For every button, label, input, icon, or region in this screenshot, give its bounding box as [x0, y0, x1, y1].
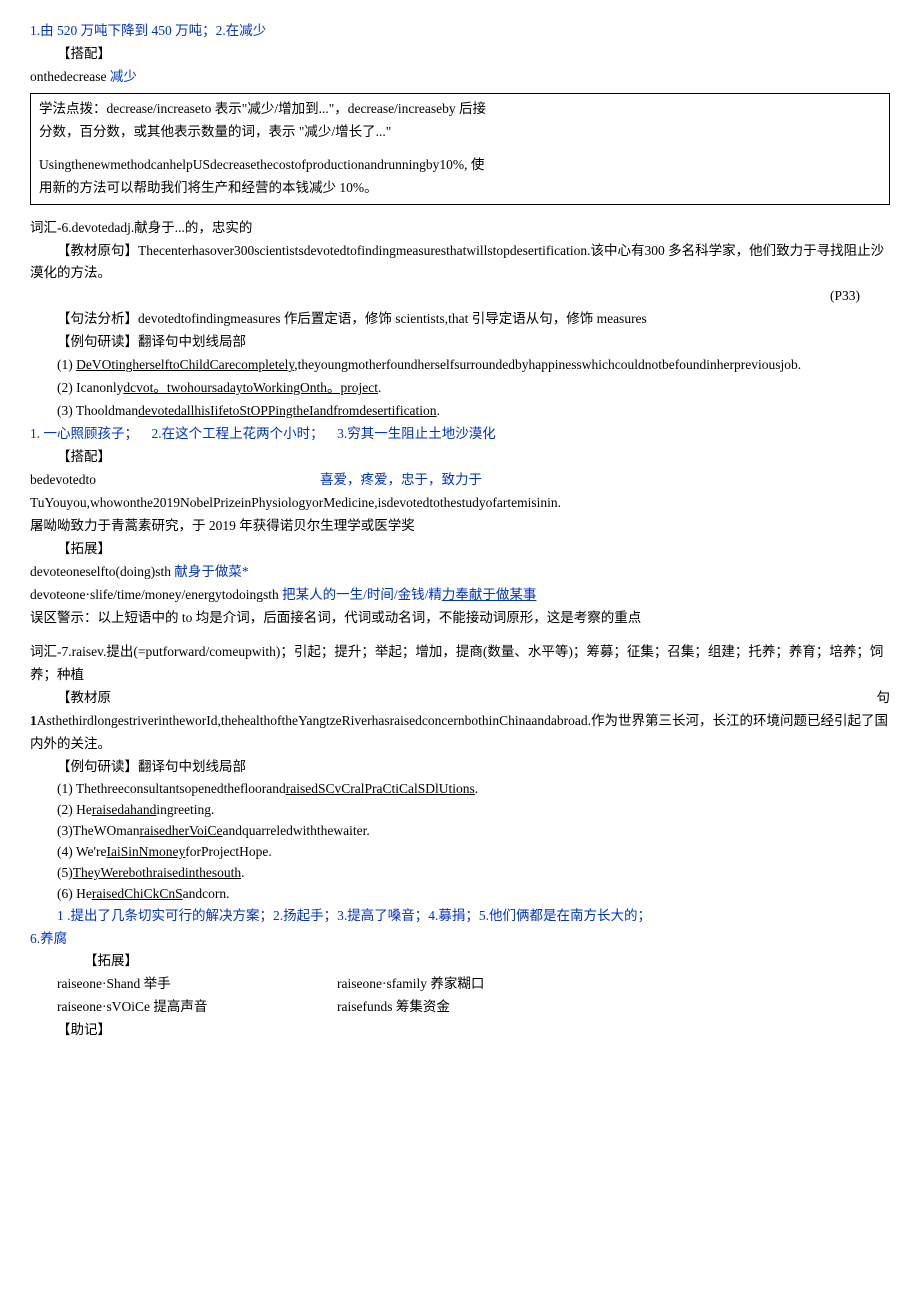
col: raiseone·sfamily 养家糊口: [337, 973, 617, 996]
mnemonic-head: 【助记】: [30, 1019, 890, 1042]
match-row: bedevotedto 喜爱，疼爱，忠于，致力于: [30, 469, 890, 492]
answers-7b: 6.养腐: [30, 928, 890, 951]
orig-sentence: 【教材原句】Thecenterhasover300scientistsdevot…: [30, 240, 890, 286]
match-item: onthedecrease 减少: [30, 66, 890, 89]
ex-post: andcorn.: [183, 886, 230, 901]
document-body: 1.由 520 万吨下降到 450 万吨；2.在减少 【搭配】 onthedec…: [30, 20, 890, 1042]
answer-line: 1.由 520 万吨下降到 450 万吨；2.在减少: [30, 20, 890, 43]
phrase-cn: 减少: [110, 69, 137, 84]
orig-page: [30, 285, 830, 308]
match-head: 【搭配】: [30, 446, 890, 469]
ex-post: ,theyoungmotherfoundherselfsurroundedbyh…: [294, 357, 801, 372]
ext-cn: 献身于做菜*: [174, 564, 248, 579]
tip-box: 学法点拨：decrease/increaseto 表示"减少/增加到..."，d…: [30, 93, 890, 205]
ex-post: forProjectHope.: [185, 844, 272, 859]
ex-u: IaiSinNmoney: [106, 844, 185, 859]
example-1: (1) DeVOtingherselftoChildCarecompletely…: [57, 354, 890, 377]
ex-u: raisedChiCkCnS: [92, 886, 183, 901]
box-text: 学法点拨：decrease/increaseto 表示"减少/增加到..."，d…: [39, 98, 881, 121]
box-text: 用新的方法可以帮助我们将生产和经营的本钱减少 10%。: [39, 177, 881, 200]
extend-row: raiseone·Shand 举手 raiseone·sfamily 养家糊口: [57, 973, 890, 996]
orig-sentence-spread: 【 教 材 原 句: [30, 687, 890, 710]
ex-post: ingreeting.: [156, 802, 214, 817]
orig-sentence-7: 1AsthethirdlongestriverintheworId,thehea…: [30, 710, 890, 756]
ex-pre: (5): [57, 865, 73, 880]
vocab-title-7: 词汇-7.raisev.提出(=putforward/comeupwith)；引…: [30, 641, 890, 687]
answers-7a: 1 .提出了几条切实可行的解决方案；2.扬起手；3.提高了嗓音；4.募捐；5.他…: [30, 905, 890, 928]
box-text: UsingthenewmethodcanhelpUSdecreasethecos…: [39, 154, 881, 177]
ex-underline: devotedallhisIifetoStOPPingtheIandfromde…: [138, 403, 436, 418]
num: 1: [30, 713, 37, 728]
ex-underline: dcvot。twohoursadaytoWorkingOnth。project: [123, 380, 378, 395]
ex-post: .: [475, 781, 478, 796]
ext-cn-u: 力奉献于做某事: [442, 587, 537, 602]
ext-en: devoteoneselfto(doing)sth: [30, 564, 174, 579]
orig-text: AsthethirdlongestriverintheworId,theheal…: [30, 713, 888, 751]
ex-post: andquarreledwiththewaiter.: [222, 823, 369, 838]
extend-head: 【拓展】: [57, 950, 890, 973]
ext-cn: 把某人的一生/时间/金钱/精: [282, 587, 442, 602]
match-head: 【搭配】: [30, 43, 890, 66]
page-ref: (P33): [830, 285, 890, 308]
ex-post: .: [378, 380, 381, 395]
ch: 原: [98, 687, 112, 710]
extend-item: devoteone·slife/time/money/energytodoing…: [30, 584, 890, 607]
ex-pre: (4) We're: [57, 844, 106, 859]
example-3: (3) ThooldmandevotedallhisIifetoStOPPing…: [57, 400, 890, 423]
col: raiseone·sVOiCe 提高声音: [57, 996, 337, 1019]
warning-note: 误区警示：以上短语中的 to 均是介词，后面接名词，代词或动名词，不能接动词原形…: [30, 607, 890, 630]
ex-pre: (6) He: [57, 886, 92, 901]
ex-pre: (2) Icanonly: [57, 380, 123, 395]
box-text: 分数，百分数，或其他表示数量的词，表示 "减少/增长了...": [39, 121, 881, 144]
col: raiseone·Shand 举手: [57, 973, 337, 996]
ex-pre: (3)TheWOman: [57, 823, 139, 838]
phrase-en: onthedecrease: [30, 69, 110, 84]
ext-en: devoteone·slife/time/money/energytodoing…: [30, 587, 282, 602]
extend-head: 【拓展】: [30, 538, 890, 561]
match-sentence: TuYouyou,whowonthe2019NobelPrizeinPhysio…: [30, 492, 890, 515]
ex-u: raisedSCvCralPraCtiCalSDlUtions: [286, 781, 475, 796]
orig-sentence-row: 【教材原句】Thecenterhasover300scientistsdevot…: [30, 240, 890, 286]
bracket-l: 【: [57, 687, 71, 710]
ex-pre: (2) He: [57, 802, 92, 817]
ans-1: 1. 一心照顾孩子；: [30, 426, 138, 441]
ex-pre: (3) Thooldman: [57, 403, 138, 418]
ex-post: .: [241, 865, 244, 880]
extend-row: raiseone·sVOiCe 提高声音 raisefunds 筹集资金: [57, 996, 890, 1019]
ex-pre: (1): [57, 357, 76, 372]
ex-u: raisedherVoiCe: [139, 823, 222, 838]
answers: 1. 一心照顾孩子； 2.在这个工程上花两个小时； 3.穷其一生阻止土地沙漠化: [30, 423, 890, 446]
ex-u: raisedahand: [92, 802, 156, 817]
ex-post: .: [437, 403, 440, 418]
ex-underline: DeVOtingherselftoChildCarecompletely: [76, 357, 294, 372]
ex-pre: (1) Thethreeconsultantsopenedthefloorand: [57, 781, 286, 796]
extend-item: devoteoneselfto(doing)sth 献身于做菜*: [30, 561, 890, 584]
phrase-en: bedevotedto: [30, 469, 320, 492]
match-translation: 屠呦呦致力于青蒿素研究，于 2019 年获得诺贝尔生理学或医学奖: [30, 515, 890, 538]
grammar-analysis: 【句法分析】devotedtofindingmeasures 作后置定语，修饰 …: [30, 308, 890, 331]
col: raisefunds 筹集资金: [337, 996, 617, 1019]
example-2: (2) Icanonlydcvot。twohoursadaytoWorkingO…: [57, 377, 890, 400]
example-study-head: 【例句研读】翻译句中划线局部: [30, 331, 890, 354]
ex-u: TheyWerebothraisedinthesouth: [73, 865, 241, 880]
bracket-r: 句: [877, 687, 891, 710]
vocab-title: 词汇-6.devotedadj.献身于...的，忠实的: [30, 217, 890, 240]
ans-3: 3.穷其一生阻止土地沙漠化: [337, 426, 496, 441]
example-study-head: 【例句研读】翻译句中划线局部: [30, 756, 890, 779]
phrase-cn: 喜爱，疼爱，忠于，致力于: [320, 469, 482, 492]
ch: 材: [84, 687, 98, 710]
ans-2: 2.在这个工程上花两个小时；: [152, 426, 324, 441]
example-list-7: (1) Thethreeconsultantsopenedthefloorand…: [57, 779, 890, 905]
ch: 教: [71, 687, 85, 710]
